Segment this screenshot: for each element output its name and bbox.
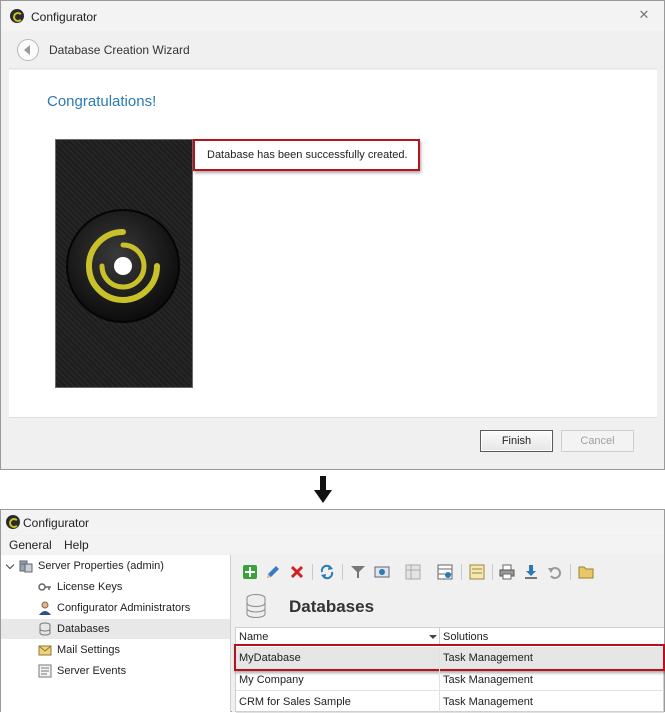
page-title: Databases <box>289 597 375 616</box>
navigation-tree: Server Properties (admin) License Keys C… <box>1 555 231 712</box>
success-message: Database has been successfully created. <box>193 139 420 171</box>
wizard-window: Configurator ✕ Database Creation Wizard … <box>0 0 665 470</box>
delete-icon[interactable] <box>289 564 305 580</box>
print-icon[interactable] <box>499 564 515 580</box>
column-divider[interactable] <box>439 628 440 646</box>
databases-grid: Name Solutions MyDatabase Task Managemen… <box>234 627 665 713</box>
tree-item-label: Databases <box>57 623 110 635</box>
tree-item-mail-settings[interactable]: Mail Settings <box>1 640 230 660</box>
wizard-footer: Finish Cancel <box>9 417 657 462</box>
filter-icon[interactable] <box>350 564 366 580</box>
menu-bar: General Help <box>1 536 664 554</box>
toolbar-separator <box>461 564 462 580</box>
events-log-icon <box>38 664 52 678</box>
grid-settings-icon[interactable] <box>437 564 453 580</box>
configurator-window: Configurator General Help Server Propert… <box>0 509 665 713</box>
cell-name: My Company <box>239 674 304 686</box>
app-logo-icon <box>10 9 24 23</box>
cell-solutions: Task Management <box>443 652 533 664</box>
tree-item-label: Server Events <box>57 665 127 677</box>
toolbar <box>232 555 664 585</box>
splash-logo <box>66 209 180 323</box>
finish-button[interactable]: Finish <box>480 430 553 452</box>
tree-item-databases[interactable]: Databases <box>1 619 230 639</box>
cell-divider <box>439 647 440 669</box>
table-row[interactable]: My Company Task Management <box>236 669 664 691</box>
database-icon <box>39 622 51 636</box>
restore-icon[interactable] <box>547 564 563 580</box>
menu-help[interactable]: Help <box>64 538 89 552</box>
edit-icon[interactable] <box>265 564 281 580</box>
sort-dropdown-icon[interactable] <box>429 635 437 639</box>
tree-item-license-keys[interactable]: License Keys <box>1 577 230 597</box>
cell-solutions: Task Management <box>443 696 533 708</box>
congrats-heading: Congratulations! <box>47 93 157 110</box>
refresh-icon[interactable] <box>319 564 335 580</box>
wizard-body: Congratulations! Database has been succe… <box>9 70 657 417</box>
tree-item-server-events[interactable]: Server Events <box>1 661 230 681</box>
add-icon[interactable] <box>242 564 258 580</box>
tree-item-server-properties[interactable]: Server Properties (admin) <box>1 556 230 576</box>
down-arrow-icon <box>314 476 332 503</box>
layout-icon[interactable] <box>405 564 421 580</box>
menu-general[interactable]: General <box>9 538 52 552</box>
table-row[interactable]: CRM for Sales Sample Task Management <box>236 691 664 713</box>
splash-image <box>55 139 193 388</box>
wizard-header: Database Creation Wizard <box>9 31 657 69</box>
cell-divider <box>439 691 440 713</box>
close-icon[interactable]: ✕ <box>638 8 650 21</box>
app-logo-icon <box>6 515 20 529</box>
configurator-titlebar: Configurator <box>1 510 664 535</box>
table-row[interactable]: MyDatabase Task Management <box>234 644 665 671</box>
cell-name: MyDatabase <box>239 652 301 664</box>
wizard-title: Database Creation Wizard <box>49 43 190 57</box>
folder-icon[interactable] <box>578 564 594 580</box>
cell-name: CRM for Sales Sample <box>239 696 351 708</box>
wizard-window-title: Configurator <box>31 10 98 24</box>
tree-item-label: Configurator Administrators <box>57 602 191 614</box>
back-arrow-icon[interactable] <box>17 39 39 61</box>
mail-icon <box>38 645 52 656</box>
toolbar-separator <box>492 564 493 580</box>
cell-solutions: Task Management <box>443 674 533 686</box>
cell-divider <box>439 669 440 691</box>
toolbar-separator <box>570 564 571 580</box>
server-icon <box>19 560 33 573</box>
cancel-button[interactable]: Cancel <box>561 430 634 452</box>
configurator-window-title: Configurator <box>23 516 90 530</box>
admin-user-icon <box>39 601 51 615</box>
column-header-solutions[interactable]: Solutions <box>443 631 488 643</box>
wizard-titlebar: Configurator ✕ <box>1 1 664 31</box>
databases-panel: Databases Name Solutions MyDatabase Task… <box>232 555 665 713</box>
database-header-icon <box>246 594 266 618</box>
grid-header: Name Solutions <box>236 628 664 646</box>
download-icon[interactable] <box>523 564 539 580</box>
view-icon[interactable] <box>374 564 390 580</box>
tree-item-label: License Keys <box>57 581 123 593</box>
export-icon[interactable] <box>469 564 485 580</box>
toolbar-separator <box>342 564 343 580</box>
tree-item-label: Server Properties (admin) <box>38 560 164 572</box>
key-icon <box>38 583 51 591</box>
tree-item-label: Mail Settings <box>57 644 120 656</box>
column-header-name[interactable]: Name <box>239 631 268 643</box>
toolbar-separator <box>312 564 313 580</box>
tree-item-administrators[interactable]: Configurator Administrators <box>1 598 230 618</box>
expand-chevron-icon[interactable] <box>5 560 15 570</box>
